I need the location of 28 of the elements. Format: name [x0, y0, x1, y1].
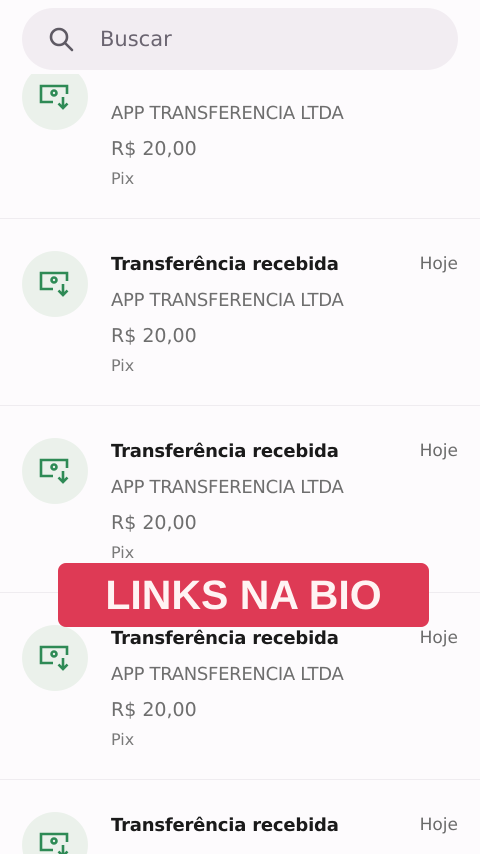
payment-method: Pix — [111, 168, 134, 190]
transaction-title: Transferência recebida — [111, 440, 339, 462]
money-download-icon — [39, 458, 71, 484]
money-download-icon — [39, 271, 71, 297]
payer-name: APP TRANSFERENCIA LTDA — [111, 663, 344, 687]
payer-name: APP TRANSFERENCIA LTDA — [111, 476, 344, 500]
payment-method: Pix — [111, 729, 134, 751]
search-icon — [48, 26, 74, 52]
transaction-date: Hoje — [420, 628, 458, 648]
transaction-date: Hoje — [420, 254, 458, 274]
payment-method: Pix — [111, 542, 134, 564]
money-download-icon — [39, 645, 71, 671]
transaction-title: Transferência recebida — [111, 814, 339, 836]
transaction-date: Hoje — [420, 441, 458, 461]
transaction-amount: R$ 20,00 — [111, 324, 197, 349]
transaction-amount: R$ 20,00 — [111, 698, 197, 723]
money-download-icon — [39, 832, 71, 854]
payment-method: Pix — [111, 355, 134, 377]
transaction-title: Transferência recebida — [111, 254, 339, 274]
promo-banner-overlay: LINKS NA BIO — [58, 563, 429, 627]
transaction-date: Hoje — [420, 815, 458, 835]
transaction-amount: R$ 20,00 — [111, 137, 197, 162]
money-download-icon — [39, 84, 71, 110]
payer-name: APP TRANSFERENCIA LTDA — [111, 102, 344, 126]
transaction-amount: R$ 20,00 — [111, 511, 197, 536]
payer-name: APP TRANSFERENCIA LTDA — [111, 289, 344, 313]
transaction-title: Transferência recebida — [111, 628, 339, 648]
search-field[interactable]: Buscar — [22, 8, 458, 70]
